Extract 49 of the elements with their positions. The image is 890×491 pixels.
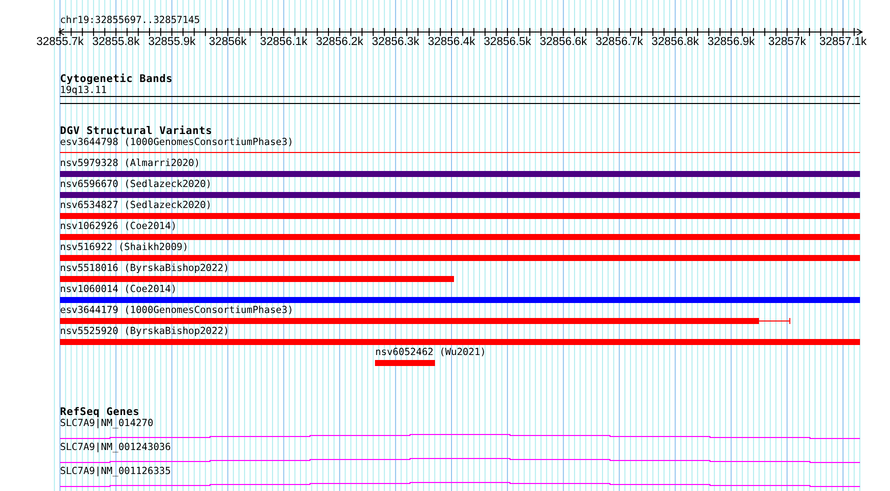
variant-bar[interactable] <box>60 171 860 177</box>
variant-label: nsv516922 (Shaikh2009) <box>60 242 188 254</box>
variant-label: nsv1060014 (Coe2014) <box>60 284 177 296</box>
ruler-label: 32856.1k <box>260 36 308 49</box>
variant-label: nsv5525920 (ByrskaBishop2022) <box>60 326 230 338</box>
variant-bar[interactable] <box>60 192 860 198</box>
ruler-label: 32856.3k <box>372 36 420 49</box>
ruler-label: 32856.8k <box>652 36 699 49</box>
gene-line[interactable] <box>60 482 860 488</box>
location-label: chr19:32855697..32857145 <box>60 15 201 27</box>
variant-label: nsv6596670 (Sedlazeck2020) <box>60 179 212 191</box>
variant-bar[interactable] <box>60 276 454 282</box>
variant-bar[interactable] <box>60 318 760 324</box>
ruler-label: 32855.7k <box>36 36 84 49</box>
variant-label: nsv6534827 (Sedlazeck2020) <box>60 200 212 212</box>
gene-line[interactable] <box>60 434 860 440</box>
gene-label: SLC7A9|NM_001243036 <box>60 442 172 454</box>
variant-tail <box>759 317 791 325</box>
ruler-label: 32857k <box>768 36 806 49</box>
track-title: RefSeq Genes <box>60 406 140 418</box>
ruler-label: 32856.2k <box>316 36 364 49</box>
gene-label: SLC7A9|NM_014270 <box>60 418 154 430</box>
variant-label: esv3644798 (1000GenomesConsortiumPhase3) <box>60 137 294 149</box>
ruler-label: 32856.5k <box>484 36 532 49</box>
variant-bar[interactable] <box>375 360 436 366</box>
variant-bar[interactable] <box>60 339 860 345</box>
variant-label: nsv5979328 (Almarri2020) <box>60 158 200 170</box>
variant-bar[interactable] <box>60 234 860 240</box>
gene-line[interactable] <box>60 458 860 464</box>
ruler-label: 32856.6k <box>540 36 588 49</box>
variant-label: esv3644179 (1000GenomesConsortiumPhase3) <box>60 305 294 317</box>
track-title: DGV Structural Variants <box>60 125 214 137</box>
band-label: 19q13.11 <box>60 85 108 96</box>
track-title: Cytogenetic Bands <box>60 73 174 85</box>
variant-bar[interactable] <box>60 213 860 219</box>
variant-bar[interactable] <box>60 297 860 303</box>
ruler-label: 32857.1k <box>819 36 867 49</box>
ruler-label: 32856.4k <box>428 36 476 49</box>
ruler-label: 32855.8k <box>92 36 140 49</box>
ruler-label: 32856k <box>208 36 247 49</box>
variant-bar[interactable] <box>60 255 860 261</box>
ruler-label: 32856.7k <box>596 36 643 49</box>
ruler-label: 32856.9k <box>708 36 755 49</box>
gene-label: SLC7A9|NM_001126335 <box>60 466 172 478</box>
variant-label: nsv6052462 (Wu2021) <box>375 347 486 359</box>
variant-line[interactable] <box>60 152 860 153</box>
ruler-label: 32855.9k <box>148 36 196 49</box>
variant-label: nsv1062926 (Coe2014) <box>60 221 177 233</box>
variant-label: nsv5518016 (ByrskaBishop2022) <box>60 263 230 275</box>
